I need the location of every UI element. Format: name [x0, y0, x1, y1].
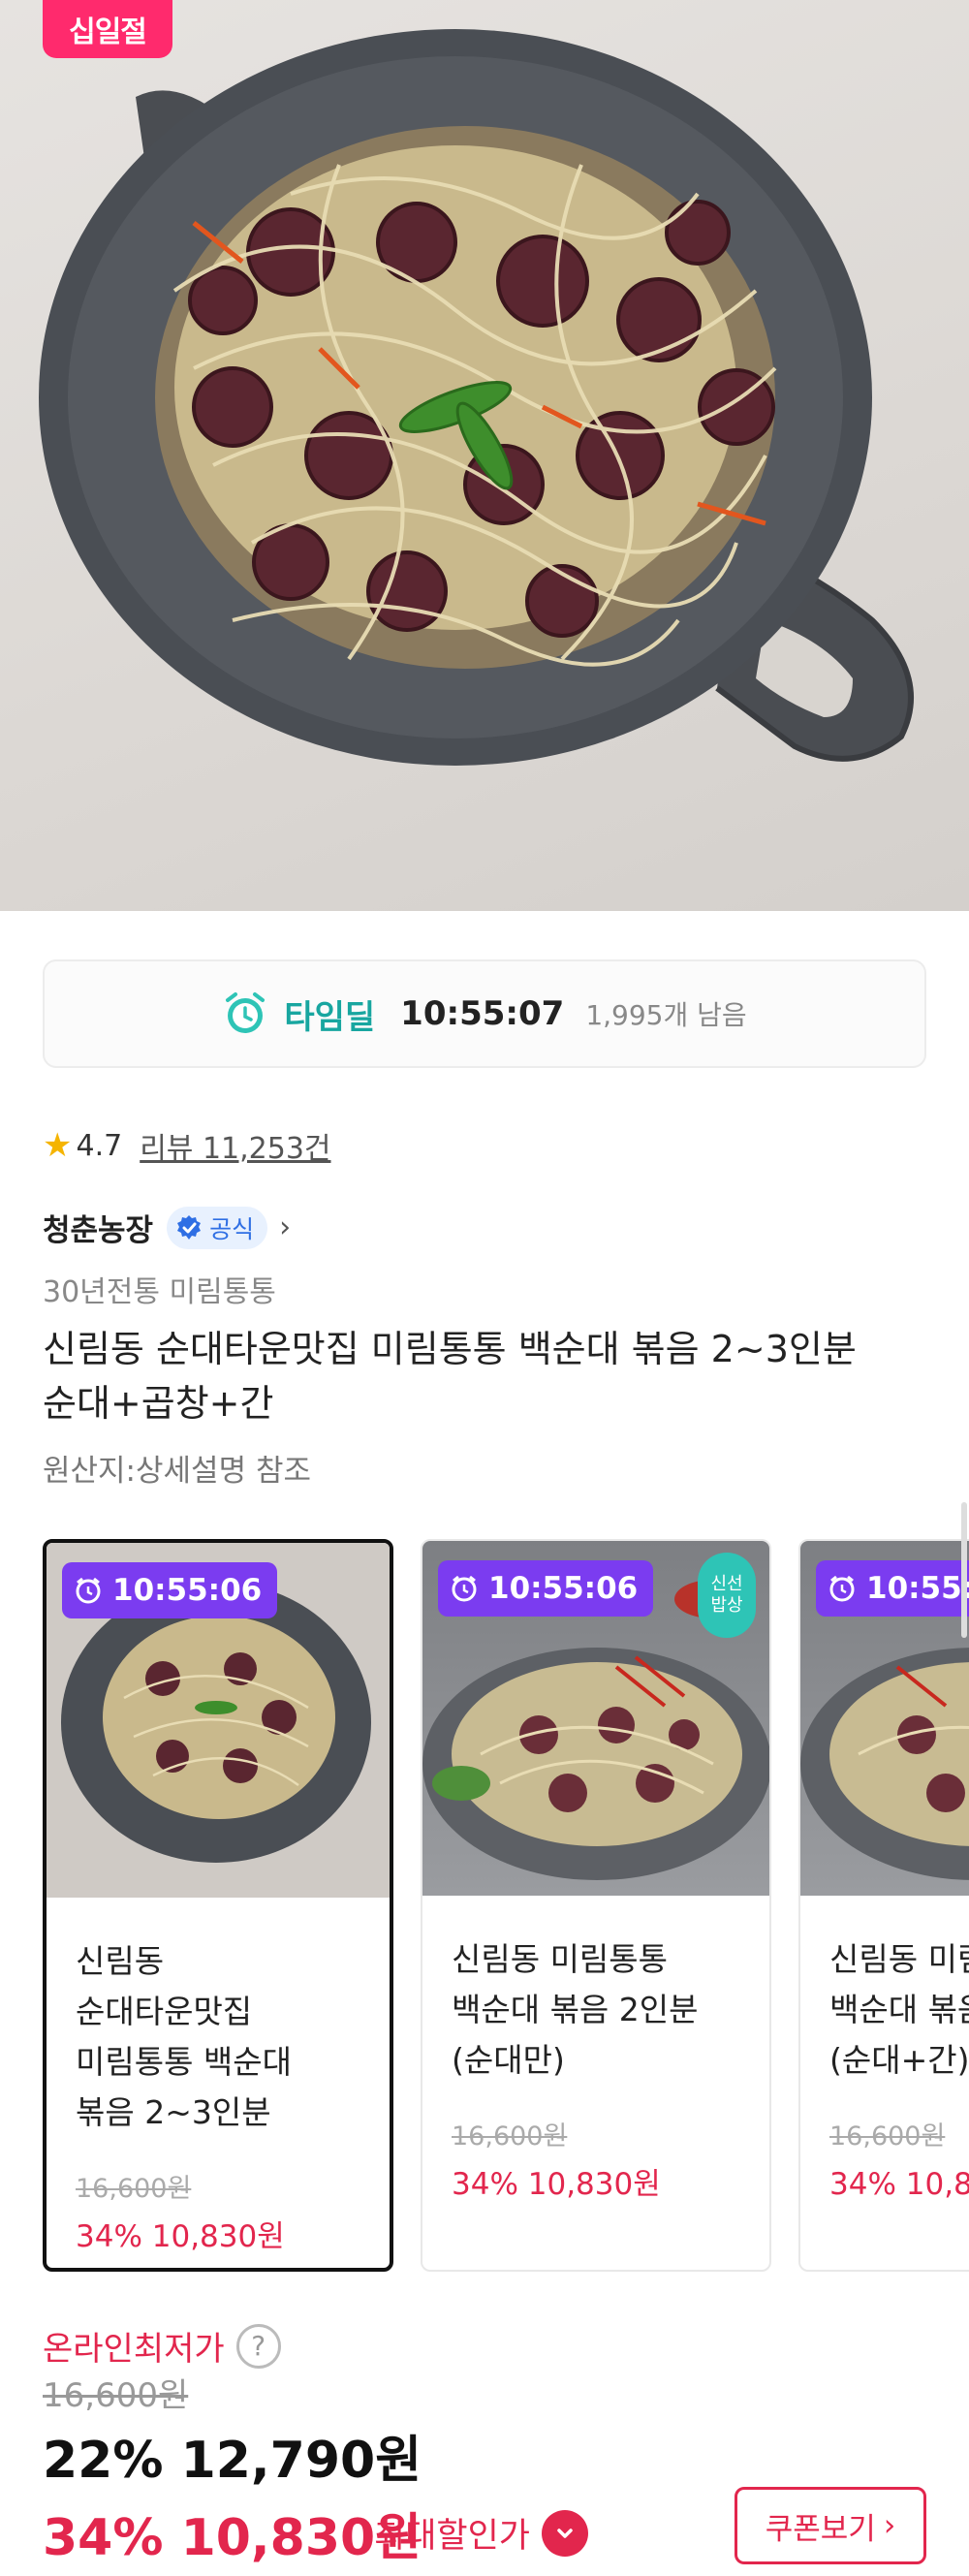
- original-price: 16,600원: [43, 2376, 189, 2415]
- timer-badge: 10:55:06: [438, 1560, 654, 1617]
- star-icon: ★: [43, 1126, 73, 1165]
- alarm-clock-icon: [829, 1575, 855, 1602]
- fresh-badge-text: 신선 밥상: [710, 1574, 743, 1616]
- rating-score: 4.7: [76, 1128, 123, 1163]
- seller-name[interactable]: 청춘농장: [43, 1206, 153, 1249]
- option-original-price: 16,600원: [76, 2174, 192, 2204]
- option-image: 10:55:06 신선 밥상: [422, 1541, 769, 1896]
- coupon-view-button[interactable]: 쿠폰보기 ›: [735, 2487, 926, 2564]
- option-card-2[interactable]: 10:55:06 신선 밥상 신림동 미림통통 백순대 볶음 2인분 (순대만)…: [421, 1539, 771, 2272]
- official-badge: 공식: [167, 1206, 268, 1249]
- timer-text: 10:55:06: [488, 1571, 639, 1606]
- time-deal-label: 타임딜: [284, 997, 376, 1037]
- review-count-link[interactable]: 리뷰 11,253건: [140, 1124, 330, 1167]
- timer-badge: 10:55:06: [816, 1560, 969, 1617]
- max-discount-toggle[interactable]: 최대할인가: [374, 2508, 589, 2558]
- alarm-clock-icon: [226, 992, 266, 1033]
- option-card-1[interactable]: 10:55:06 신림동 순대타운맛집 미림통통 백순대 볶음 2~3인분 16…: [43, 1539, 393, 2272]
- option-name-text: 신림동 미림통통 백순대 볶음 (순대+간): [829, 1940, 969, 2079]
- option-original-price: 16,600원: [829, 2121, 946, 2152]
- option-original-price: 16,600원: [452, 2121, 568, 2152]
- max-discount-label: 최대할인가: [374, 2517, 531, 2556]
- option-name: 신림동 미림통통 백순대 볶음 (순대+간): [829, 1934, 969, 2086]
- alarm-clock-icon: [452, 1575, 477, 1602]
- option-sale-price: 34% 10,830원: [829, 2167, 969, 2202]
- option-image: 10:55:06: [800, 1541, 969, 1896]
- option-card-3[interactable]: 10:55:06 신림동 미림통통 백순대 볶음 (순대+간) 16,600원 …: [798, 1539, 969, 2272]
- option-sale-price: 34% 10,830원: [452, 2167, 661, 2202]
- alarm-clock-icon: [76, 1577, 101, 1604]
- lowest-price-row: 온라인최저가 ?: [43, 2322, 281, 2370]
- product-origin: 원산지:상세설명 참조: [43, 1454, 311, 1489]
- fresh-table-badge: 신선 밥상: [698, 1553, 756, 1638]
- chevron-down-icon[interactable]: [542, 2509, 589, 2557]
- time-deal-countdown: 10:55:07: [400, 994, 565, 1033]
- option-image: 10:55:06: [47, 1543, 390, 1898]
- scroll-indicator: [961, 1502, 967, 1638]
- chevron-down-glyph: [557, 2528, 573, 2538]
- rating-row: ★ 4.7 리뷰 11,253건: [43, 1124, 331, 1167]
- product-title-line2: 순대+곱창+간: [43, 1382, 274, 1425]
- sundae-pan-illustration: [39, 29, 914, 766]
- shop-subtitle: 30년전통 미림통통: [43, 1275, 276, 1309]
- timer-badge: 10:55:06: [62, 1562, 278, 1618]
- help-icon[interactable]: ?: [235, 2323, 281, 2369]
- product-title-line1: 신림동 순대타운맛집 미림통통 백순대 볶음 2~3인분: [43, 1328, 857, 1370]
- option-name-text: 신림동 미림통통 백순대 볶음 2인분 (순대만): [452, 1940, 699, 2079]
- seller-row[interactable]: 청춘농장 공식 ›: [43, 1206, 291, 1249]
- option-carousel[interactable]: 10:55:06 신림동 순대타운맛집 미림통통 백순대 볶음 2~3인분 16…: [43, 1539, 969, 2272]
- verified-check-icon: [177, 1214, 202, 1240]
- official-badge-label: 공식: [209, 1214, 255, 1243]
- time-deal-bar: 타임딜 10:55:07 1,995개 남음: [43, 959, 926, 1068]
- option-name: 신림동 미림통통 백순대 볶음 2인분 (순대만): [452, 1934, 752, 2086]
- option-sale-price: 34% 10,830원: [76, 2219, 285, 2254]
- max-discount-price: 34% 10,830원: [43, 2509, 422, 2567]
- chevron-right-icon: ›: [883, 2508, 896, 2543]
- chevron-right-icon[interactable]: ›: [279, 1210, 291, 1244]
- time-deal-remaining: 1,995개 남음: [585, 999, 747, 1031]
- product-hero-image[interactable]: 십일절: [0, 0, 969, 911]
- lowest-price-label: 온라인최저가: [43, 2330, 225, 2369]
- option-name: 신림동 순대타운맛집 미림통통 백순대 볶음 2~3인분: [76, 1936, 376, 2138]
- discount-price-22: 22% 12,790원: [43, 2432, 422, 2490]
- event-badge: 십일절: [43, 0, 172, 58]
- coupon-button-label: 쿠폰보기: [765, 2511, 876, 2547]
- product-title: 신림동 순대타운맛집 미림통통 백순대 볶음 2~3인분 순대+곱창+간: [43, 1322, 934, 1430]
- option-name-text: 신림동 순대타운맛집 미림통통 백순대 볶음 2~3인분: [76, 1942, 293, 2131]
- timer-text: 10:55:06: [866, 1571, 969, 1606]
- timer-text: 10:55:06: [112, 1573, 263, 1608]
